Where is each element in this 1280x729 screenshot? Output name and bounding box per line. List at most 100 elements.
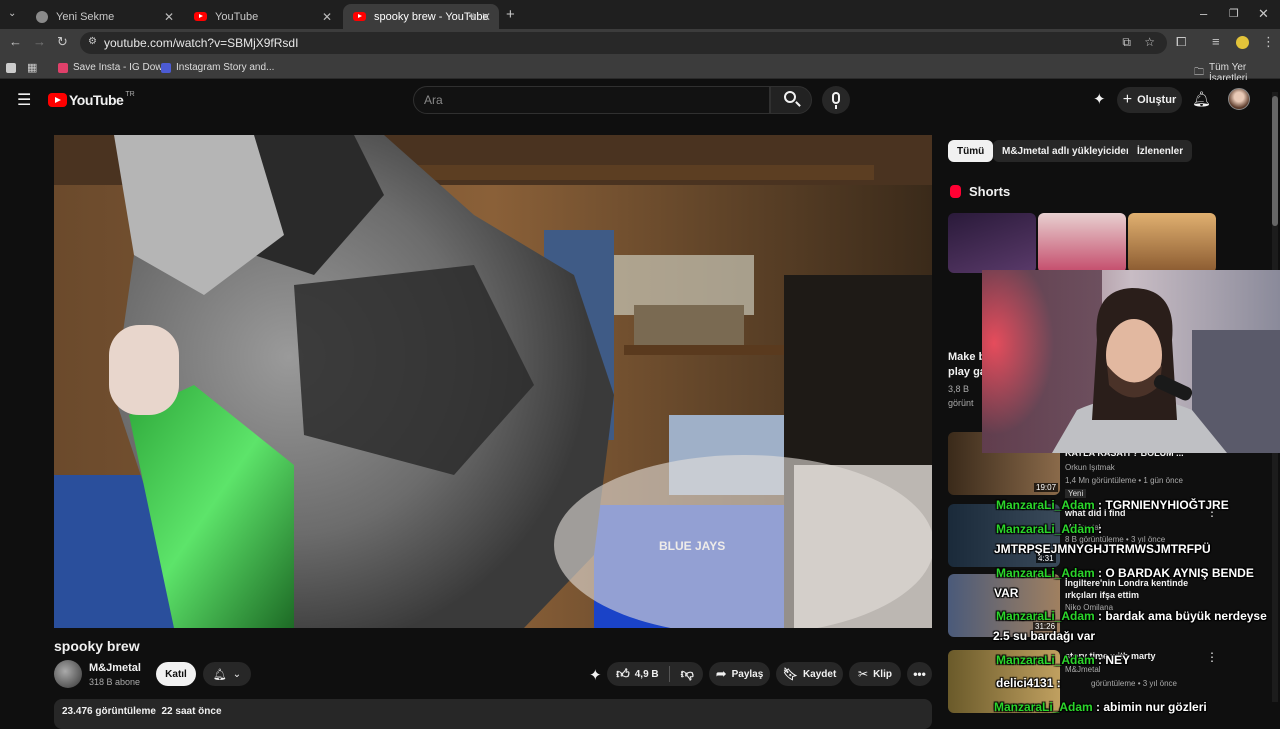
tab-search-icon[interactable]: ⌄: [8, 8, 16, 19]
bookmark-save-insta[interactable]: Save Insta - IG Dow...: [58, 62, 170, 73]
shorts-icon: [950, 185, 961, 198]
shorts-section-title: Shorts: [969, 184, 1011, 199]
chip-all[interactable]: Tümü: [948, 140, 994, 162]
tab-label: YouTube: [215, 10, 259, 23]
create-button[interactable]: + Oluştur: [1117, 87, 1182, 113]
short-thumbnail[interactable]: [1038, 213, 1126, 273]
search-box: [413, 86, 770, 114]
short-title[interactable]: Make b: [948, 351, 985, 363]
media-icon[interactable]: ≡: [1212, 34, 1220, 49]
minimize-icon[interactable]: –: [1200, 6, 1207, 21]
description-box[interactable]: 23.476 görüntüleme 22 saat önce: [54, 699, 932, 729]
more-dots-icon: •••: [913, 667, 926, 681]
short-thumbnail[interactable]: [1128, 213, 1216, 273]
forward-arrow-icon[interactable]: →: [33, 34, 46, 49]
chat-message: ManzaraLi_Adam : bardak ama büyük nerdey…: [996, 609, 1267, 623]
tab-youtube[interactable]: YouTube ✕: [184, 4, 340, 29]
search-button[interactable]: [770, 86, 812, 114]
apps-grid-icon[interactable]: [6, 63, 16, 73]
short-views-cont: görünt: [948, 398, 974, 408]
bookmark-star-icon[interactable]: ☆: [1144, 35, 1155, 49]
short-views: 3,8 B: [948, 384, 970, 394]
site-info-icon[interactable]: ⚙: [88, 36, 97, 47]
youtube-icon: [194, 12, 207, 21]
youtube-icon: [353, 12, 366, 21]
chat-username: ManzaraLi_Adam: [996, 566, 1095, 580]
menu-dots-icon[interactable]: ⋮: [1262, 34, 1275, 50]
short-title-cont[interactable]: play ga: [948, 366, 986, 378]
notifications-bell-icon[interactable]: 🔔︎: [1192, 90, 1211, 108]
chat-text: : TGRNIENYHIOĞTJRE: [1094, 498, 1229, 512]
youtube-logo[interactable]: YouTube TR: [48, 90, 135, 108]
dislike-button[interactable]: 👎︎: [675, 666, 694, 682]
channel-name[interactable]: M&Jmetal: [89, 662, 141, 674]
chat-message-cont: 2.5 su bardağı var: [993, 629, 1096, 643]
chat-username: ManzaraLi_Adam: [996, 522, 1095, 536]
chat-text: : NEY: [1094, 653, 1131, 667]
close-icon[interactable]: ✕: [322, 10, 332, 24]
tab-new-tab[interactable]: Yeni Sekme ✕: [26, 4, 182, 29]
hamburger-menu-icon[interactable]: ☰: [17, 90, 31, 110]
account-avatar[interactable]: [1228, 88, 1250, 110]
ai-sparkle-icon[interactable]: ✦: [1093, 90, 1106, 108]
reload-icon[interactable]: ↻: [57, 34, 68, 50]
channel-avatar[interactable]: [54, 660, 82, 688]
chat-message-cont: VAR: [994, 586, 1019, 600]
chat-username: delici4131: [996, 676, 1054, 690]
video-player[interactable]: BLUE JAYS: [54, 135, 932, 628]
bookmark-instagram-story[interactable]: Instagram Story and...: [161, 62, 274, 73]
search-input[interactable]: [424, 93, 754, 107]
install-icon[interactable]: ⧉: [1122, 35, 1131, 50]
rec-channel[interactable]: Orkun Işıtmak: [1065, 463, 1115, 472]
share-button[interactable]: ➦ Paylaş: [709, 662, 770, 686]
speaker-icon[interactable]: 🔊︎: [469, 11, 475, 22]
bell-icon: 🔔︎: [212, 668, 227, 681]
apps-icon[interactable]: ▦: [27, 61, 37, 74]
tab-spooky-brew[interactable]: spooky brew - YouTube 🔊︎ ✕: [343, 4, 499, 29]
tab-label: Yeni Sekme: [56, 10, 115, 23]
chip-watched[interactable]: İzlenenler: [1128, 140, 1193, 162]
bookmark-label: Save Insta - IG Dow...: [73, 62, 171, 73]
profile-avatar[interactable]: [1236, 36, 1249, 49]
region-code: TR: [125, 90, 135, 98]
video-frame: BLUE JAYS: [54, 135, 932, 628]
back-arrow-icon[interactable]: ←: [9, 34, 22, 49]
chat-message: delici4131 :: [996, 676, 1061, 690]
view-stats: 23.476 görüntüleme 22 saat önce: [62, 706, 222, 717]
subscription-bell-button[interactable]: 🔔︎ ⌄: [203, 662, 251, 686]
extensions-icon[interactable]: ⧠: [1176, 34, 1186, 50]
create-label: Oluştur: [1137, 94, 1177, 106]
chat-username: ManzaraLi_Adam: [994, 700, 1093, 714]
chat-message: ManzaraLi_Adam :: [996, 522, 1102, 536]
search-icon: [784, 91, 796, 103]
close-icon[interactable]: ✕: [164, 10, 174, 24]
view-count: 23.476 görüntüleme: [62, 706, 156, 717]
more-vert-icon[interactable]: ⋮: [1206, 650, 1218, 664]
like-dislike-group: 👍︎ 4,9 B 👎︎: [607, 662, 703, 686]
rec-meta: görüntüleme • 3 yıl önce: [1091, 679, 1177, 688]
youtube-logo-text: YouTube: [69, 92, 124, 108]
short-thumbnail[interactable]: [948, 213, 1036, 273]
like-button[interactable]: 👍︎ 4,9 B: [616, 666, 670, 682]
chat-username: ManzaraLi_Adam: [996, 653, 1095, 667]
chat-message: ManzaraLi_Adam : O BARDAK AYNIŞ BENDE: [996, 566, 1254, 580]
like-count: 4,9 B: [634, 668, 659, 680]
ai-sparkle-icon[interactable]: ✦: [589, 666, 602, 684]
more-actions-button[interactable]: •••: [907, 662, 932, 686]
chip-uploader[interactable]: M&Jmetal adlı yükleyiciden: [993, 140, 1142, 162]
scissors-icon: ✂: [858, 667, 869, 681]
new-tab-plus-icon[interactable]: +: [506, 6, 515, 23]
voice-search-button[interactable]: [822, 86, 850, 114]
chat-message: ManzaraLi_Adam : TGRNIENYHIOĞTJRE: [996, 498, 1229, 512]
url-field[interactable]: ⚙ youtube.com/watch?v=SBMjX9fRsdI ⧉ ☆: [80, 32, 1167, 54]
join-button[interactable]: Katıl: [156, 662, 196, 686]
close-window-icon[interactable]: ✕: [1258, 6, 1269, 22]
address-bar: ← → ↻ ⚙ youtube.com/watch?v=SBMjX9fRsdI …: [0, 29, 1280, 57]
rec-title[interactable]: İngiltere'nin Londra kentinde ırkçıları …: [1065, 577, 1195, 601]
close-icon[interactable]: ✕: [481, 10, 491, 24]
bookmark-icon: 🔖︎: [782, 667, 798, 681]
maximize-icon[interactable]: ❐: [1229, 7, 1239, 20]
clip-button[interactable]: ✂ Klip: [849, 662, 901, 686]
youtube-logo-icon: [48, 93, 67, 107]
save-button[interactable]: 🔖︎ Kaydet: [776, 662, 843, 686]
